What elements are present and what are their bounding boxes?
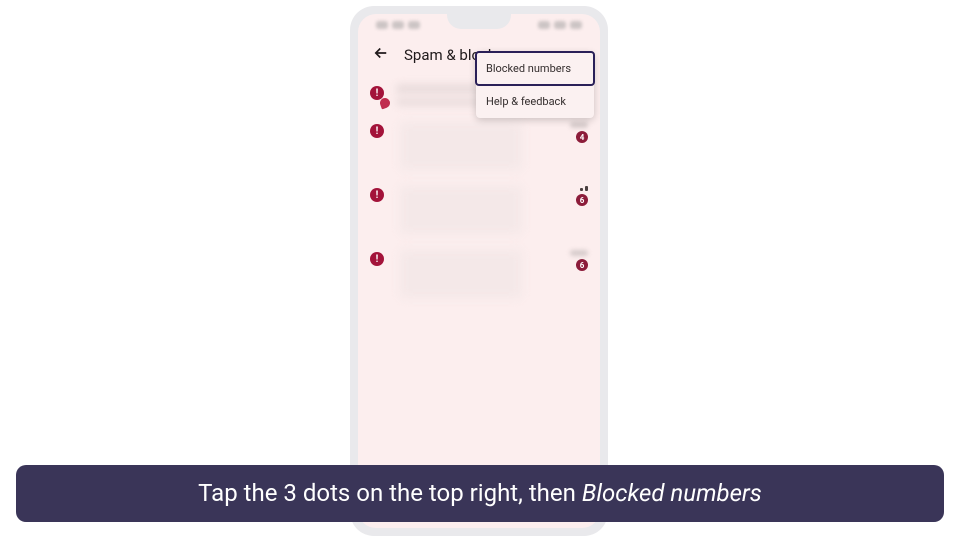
instruction-caption: Tap the 3 dots on the top right, then Bl… <box>16 465 944 522</box>
phone-screen: Spam & block Blocked numbers Help & feed… <box>358 14 600 528</box>
blurred-content <box>396 122 552 170</box>
menu-item-blocked-numbers[interactable]: Blocked numbers <box>476 52 594 85</box>
list-item[interactable]: ! 6 <box>370 186 588 234</box>
unread-count-badge: 4 <box>576 131 588 143</box>
list-item[interactable]: ! 6 <box>370 250 588 298</box>
spam-alert-icon: ! <box>370 124 386 140</box>
unread-count-badge: 6 <box>576 194 588 206</box>
status-blob <box>408 21 420 29</box>
status-blob <box>538 21 550 29</box>
spam-alert-icon: ! <box>370 188 386 204</box>
blurred-content <box>396 250 552 298</box>
spam-alert-icon: ! <box>370 86 386 102</box>
overflow-menu: Blocked numbers Help & feedback <box>476 52 594 118</box>
phone-frame: Spam & block Blocked numbers Help & feed… <box>350 6 608 536</box>
spam-alert-icon: ! <box>370 252 386 268</box>
unread-count-badge: 6 <box>576 259 588 271</box>
caption-prefix: Tap the 3 dots on the top right, then <box>198 479 582 507</box>
back-arrow-icon[interactable] <box>372 44 390 66</box>
status-blob <box>570 21 582 29</box>
phone-notch <box>447 14 511 29</box>
item-meta: 6 <box>562 186 588 206</box>
item-meta: 6 <box>562 250 588 271</box>
caption-emphasis: Blocked numbers <box>582 479 762 507</box>
signal-icon <box>580 186 588 191</box>
blurred-content <box>396 186 552 234</box>
list-item[interactable]: ! 4 <box>370 122 588 170</box>
item-meta: 4 <box>562 122 588 143</box>
status-blob <box>392 21 404 29</box>
status-blob <box>376 21 388 29</box>
menu-item-help-feedback[interactable]: Help & feedback <box>476 85 594 118</box>
status-blob <box>554 21 566 29</box>
